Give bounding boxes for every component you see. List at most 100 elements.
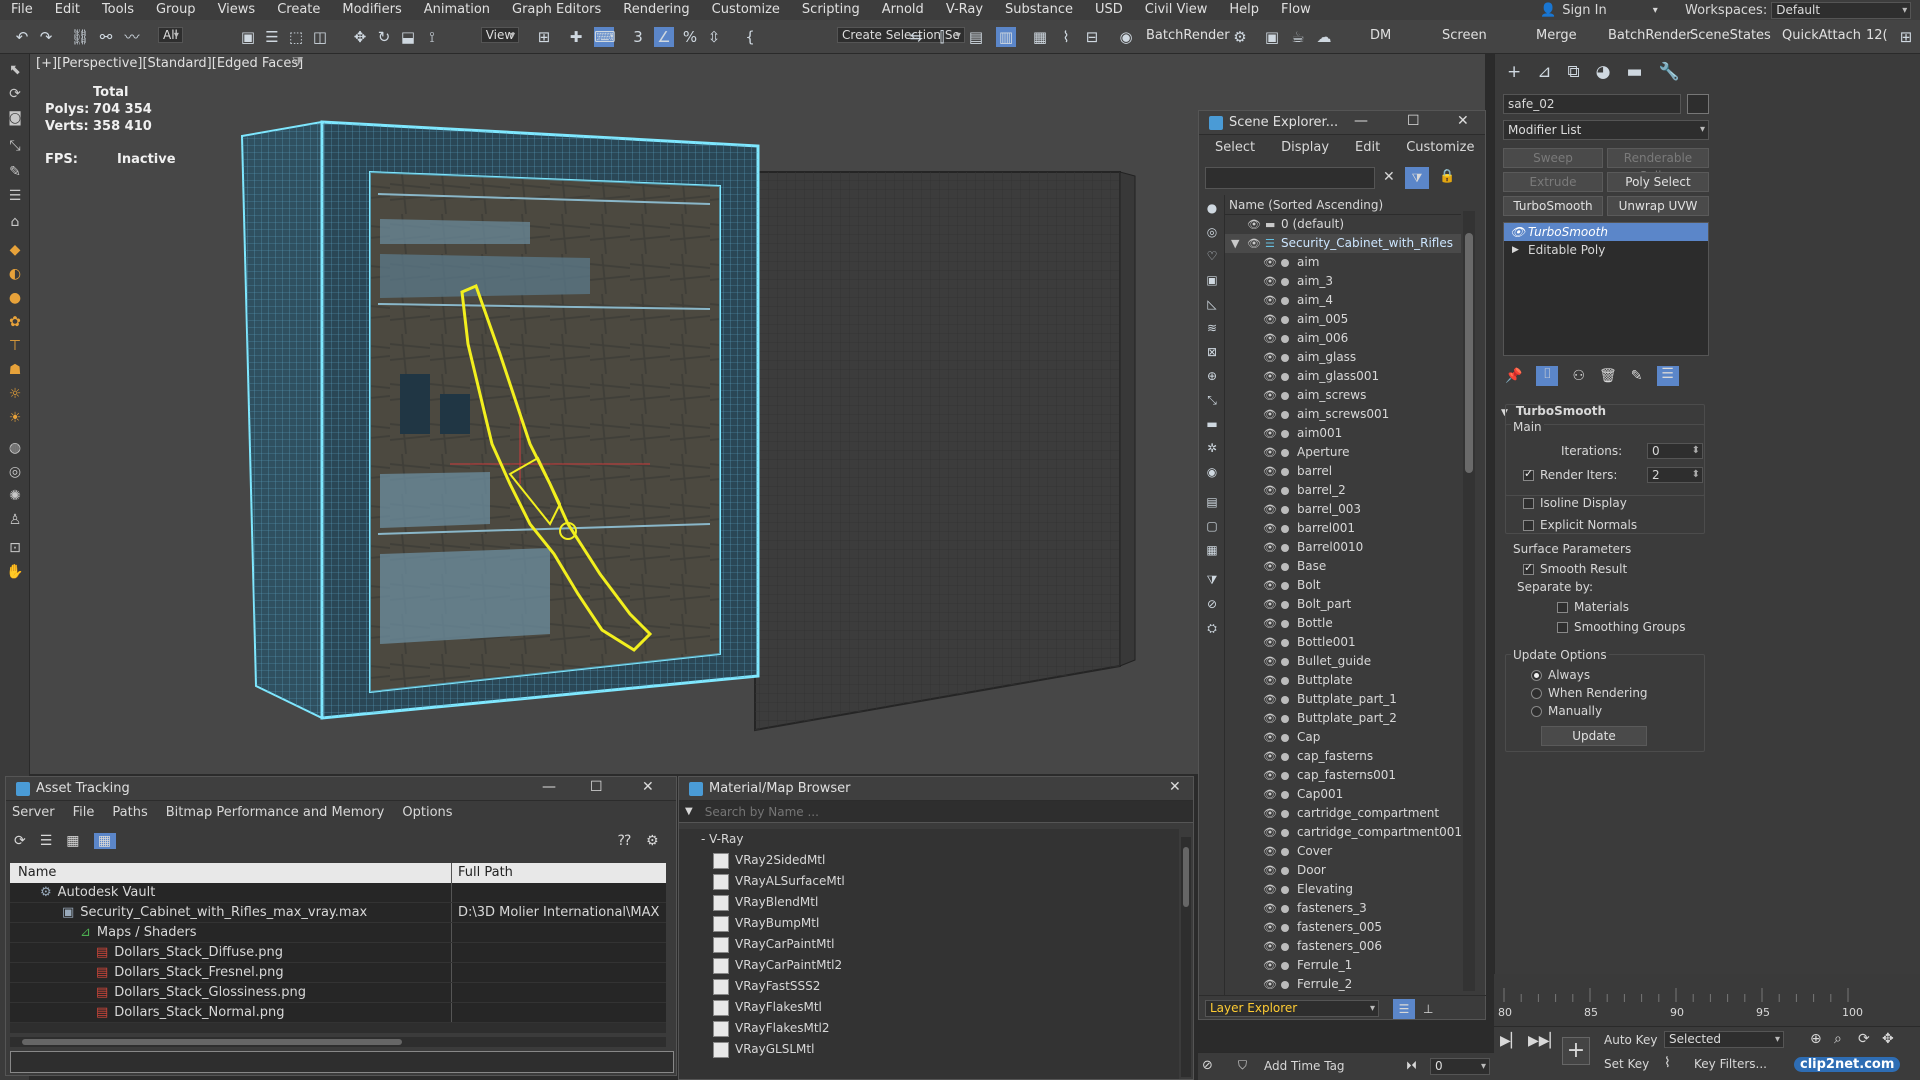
- edit-named-selection-icon[interactable]: {: [740, 27, 760, 47]
- pan-view-icon[interactable]: ✥: [1882, 1031, 1894, 1047]
- menu-item-create[interactable]: Create: [266, 0, 331, 20]
- create-system-icon[interactable]: ☗: [5, 362, 25, 380]
- auto-key-button[interactable]: Auto Key: [1604, 1033, 1657, 1047]
- zoom-icon[interactable]: ⌕: [1834, 1031, 1842, 1047]
- figure-icon[interactable]: ♙: [5, 512, 25, 530]
- key-filters-button[interactable]: Key Filters...: [1694, 1057, 1767, 1071]
- rendered-frame-icon[interactable]: ▣: [1262, 27, 1282, 47]
- asset-row[interactable]: ▤ Dollars_Stack_Normal.png: [10, 1003, 666, 1023]
- sort-by-layer-icon[interactable]: ☰: [1393, 998, 1415, 1019]
- gear-icon[interactable]: ✺: [5, 488, 25, 506]
- eye-icon[interactable]: 👁: [1263, 633, 1277, 652]
- menu-item-v-ray[interactable]: V-Ray: [935, 0, 994, 20]
- eye-icon[interactable]: 👁: [1263, 937, 1277, 956]
- menu-item-usd[interactable]: USD: [1084, 0, 1134, 20]
- toggle-ribbon-icon[interactable]: ▦: [1030, 27, 1050, 47]
- asset-row[interactable]: ▤ Dollars_Stack_Glossiness.png: [10, 983, 666, 1003]
- clear-search-icon[interactable]: ✕: [1383, 169, 1395, 185]
- toolbar-overflow-icon[interactable]: ⊞: [1896, 27, 1916, 47]
- display-tab-icon[interactable]: ▬: [1626, 62, 1642, 82]
- scene-item-row[interactable]: 👁 Cap: [1225, 728, 1461, 747]
- display-particles-icon[interactable]: ✲: [1203, 441, 1221, 459]
- material-item[interactable]: VRayBlendMtl: [679, 892, 1179, 913]
- redo-icon[interactable]: ↷: [36, 27, 56, 47]
- eye-icon[interactable]: 👁: [1263, 880, 1277, 899]
- asset-row[interactable]: ⊿ Maps / Shaders: [10, 923, 666, 943]
- scene-item-row[interactable]: 👁 Bottle001: [1225, 633, 1461, 652]
- display-none-icon[interactable]: ●: [1203, 201, 1221, 219]
- scene-item-row[interactable]: 👁 Bolt: [1225, 576, 1461, 595]
- select-all-icon[interactable]: ▤: [1203, 495, 1221, 513]
- scene-item-row[interactable]: 👁 Buttplate: [1225, 671, 1461, 690]
- scene-item-row[interactable]: 👁 barrel001: [1225, 519, 1461, 538]
- eye-icon[interactable]: 👁: [1247, 215, 1261, 234]
- align-icon[interactable]: ⫿: [932, 27, 952, 47]
- scene-menu-select[interactable]: Select: [1215, 140, 1255, 155]
- frame-arrows-icon[interactable]: ⏵⏴: [1406, 1059, 1417, 1073]
- asset-row[interactable]: ▣ Security_Cabinet_with_Rifles_max_vray.m…: [10, 903, 666, 923]
- scene-item-row[interactable]: 👁 Bolt_part: [1225, 595, 1461, 614]
- scene-item-row[interactable]: 👁 Aperture: [1225, 443, 1461, 462]
- scene-item-row[interactable]: 👁 Cover: [1225, 842, 1461, 861]
- display-bones-icon[interactable]: ▬: [1203, 417, 1221, 435]
- unwrap-uvw-button[interactable]: Unwrap UVW: [1607, 196, 1709, 216]
- globe-icon[interactable]: ◎: [5, 464, 25, 482]
- selection-icon[interactable]: ⬉: [5, 62, 25, 80]
- bind-space-warp-icon[interactable]: 〰: [122, 27, 142, 47]
- schematic-view-icon[interactable]: ⊟: [1082, 27, 1102, 47]
- expand-icon[interactable]: ▼: [1231, 234, 1239, 253]
- eye-icon[interactable]: 👁: [1263, 785, 1277, 804]
- renderable-spline-button[interactable]: Renderable Spline: [1607, 148, 1709, 183]
- zoom-extents-icon[interactable]: ⊕: [1810, 1031, 1822, 1047]
- add-key-icon[interactable]: +: [1562, 1037, 1590, 1065]
- name-column-header[interactable]: Name: [10, 863, 452, 883]
- asset-menu-paths[interactable]: Paths: [112, 805, 147, 820]
- stack-item-editable-poly[interactable]: ▶ Editable Poly: [1504, 241, 1708, 259]
- material-item[interactable]: VRayBumpMtl: [679, 913, 1179, 934]
- snaps-toggle-icon[interactable]: 3: [628, 27, 648, 47]
- filter-icon[interactable]: ⧩: [1405, 167, 1429, 189]
- scene-item-row[interactable]: 👁 Ferrule_1: [1225, 956, 1461, 975]
- scene-tree-header[interactable]: Name (Sorted Ascending): [1225, 195, 1461, 215]
- eye-icon[interactable]: 👁: [1263, 595, 1277, 614]
- menu-item-customize[interactable]: Customize: [701, 0, 791, 20]
- scene-item-row[interactable]: 👁 Door: [1225, 861, 1461, 880]
- eye-icon[interactable]: 👁: [1263, 538, 1277, 557]
- menu-item-arnold[interactable]: Arnold: [871, 0, 935, 20]
- eye-icon[interactable]: 👁: [1263, 728, 1277, 747]
- scene-item-row[interactable]: 👁 fasteners_005: [1225, 918, 1461, 937]
- toggle-scene-explorer-icon[interactable]: ▤: [966, 27, 986, 47]
- pivot-center-icon[interactable]: ⊞: [534, 27, 554, 47]
- scene-item-row[interactable]: 👁 fasteners_3: [1225, 899, 1461, 918]
- configure-sets-icon[interactable]: ✎: [1631, 368, 1643, 384]
- maximize-icon[interactable]: ☐: [590, 779, 603, 795]
- thumbnail-view-icon[interactable]: ▦: [66, 833, 79, 849]
- eye-icon[interactable]: 👁: [1247, 234, 1261, 253]
- material-item[interactable]: VRayFastSSS2: [679, 976, 1179, 997]
- scene-item-row[interactable]: 👁 Buttplate_part_1: [1225, 690, 1461, 709]
- eye-icon[interactable]: 👁: [1263, 671, 1277, 690]
- key-mode-icon[interactable]: ⌇: [1664, 1055, 1671, 1071]
- material-item[interactable]: VRayALSurfaceMtl: [679, 871, 1179, 892]
- menu-item-substance[interactable]: Substance: [994, 0, 1084, 20]
- go-to-end-icon[interactable]: ▶▶▏: [1528, 1033, 1560, 1049]
- eye-icon[interactable]: 👁: [1263, 823, 1277, 842]
- scene-item-row[interactable]: 👁 barrel_2: [1225, 481, 1461, 500]
- rotate-icon[interactable]: ↻: [374, 27, 394, 47]
- make-unique-icon[interactable]: ⚇: [1572, 368, 1585, 384]
- scene-scrollbar-thumb[interactable]: [1465, 233, 1473, 473]
- workspaces-dropdown[interactable]: Default: [1771, 1, 1912, 19]
- maximize-icon[interactable]: ☐: [1407, 113, 1420, 129]
- eye-icon[interactable]: 👁: [1263, 747, 1277, 766]
- menu-item-scripting[interactable]: Scripting: [791, 0, 871, 20]
- viewport-label[interactable]: [+][Perspective][Standard][Edged Faces]: [36, 56, 303, 71]
- eye-icon[interactable]: 👁: [1263, 861, 1277, 880]
- render-setup-icon[interactable]: ⚙: [1230, 27, 1250, 47]
- eye-icon[interactable]: 👁: [1263, 310, 1277, 329]
- eye-icon[interactable]: 👁: [1263, 652, 1277, 671]
- create-tab-icon[interactable]: +: [1507, 62, 1521, 82]
- unlink-icon[interactable]: ⚯: [96, 27, 116, 47]
- scene-item-row[interactable]: 👁 aim_3: [1225, 272, 1461, 291]
- scene-item-row[interactable]: 👁 Bottle: [1225, 614, 1461, 633]
- render-production-icon[interactable]: ☁: [1314, 27, 1334, 47]
